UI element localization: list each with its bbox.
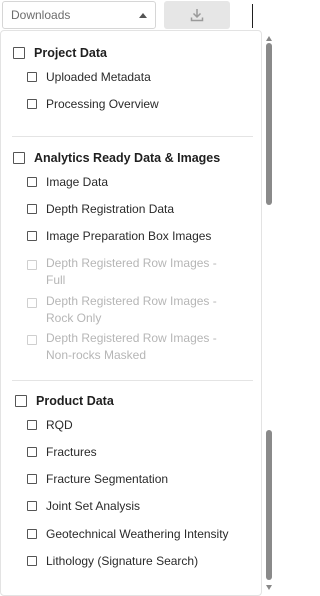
checkbox[interactable] <box>27 231 37 241</box>
download-button[interactable] <box>164 1 230 29</box>
downloads-dropdown-value: Downloads <box>11 8 71 22</box>
option-image-data[interactable]: Image Data <box>27 171 108 193</box>
toolbar-divider <box>252 4 253 28</box>
option-label: Image Data <box>46 175 109 189</box>
scrollbar-thumb[interactable] <box>266 43 272 205</box>
option-label: Depth Registered Row Images - Non-rocks … <box>46 331 217 362</box>
download-icon <box>190 9 204 22</box>
checkbox <box>27 260 37 270</box>
option-rqd[interactable]: RQD <box>27 414 73 436</box>
checkbox <box>27 298 37 308</box>
option-row-images-rock-only: Depth Registered Row Images - Rock Only <box>27 293 236 327</box>
section-analytics-ready[interactable]: Analytics Ready Data & Images <box>13 147 220 169</box>
checkbox[interactable] <box>13 47 25 59</box>
option-label: Depth Registered Row Images - Full <box>46 256 217 287</box>
option-image-preparation-box-images[interactable]: Image Preparation Box Images <box>27 225 211 247</box>
checkbox[interactable] <box>27 99 37 109</box>
downloads-menu: Project Data Uploaded Metadata Processin… <box>0 30 262 596</box>
checkbox[interactable] <box>27 529 37 539</box>
section-project-data[interactable]: Project Data <box>13 42 107 64</box>
section-product-data[interactable]: Product Data <box>15 390 114 412</box>
scroll-down-arrow-icon[interactable] <box>266 585 272 590</box>
checkbox <box>27 335 37 345</box>
option-lithology-signature-search[interactable]: Lithology (Signature Search) <box>27 550 198 572</box>
option-label: Depth Registered Row Images - Rock Only <box>46 294 217 325</box>
option-fractures[interactable]: Fractures <box>27 441 97 463</box>
section-title: Product Data <box>36 394 114 408</box>
option-label: Fracture Segmentation <box>46 472 169 486</box>
option-label: Lithology (Signature Search) <box>46 554 199 568</box>
downloads-dropdown[interactable]: Downloads <box>2 1 156 29</box>
checkbox[interactable] <box>27 177 37 187</box>
option-uploaded-metadata[interactable]: Uploaded Metadata <box>27 66 151 88</box>
checkbox[interactable] <box>15 395 27 407</box>
option-row-images-full: Depth Registered Row Images - Full <box>27 255 236 289</box>
option-row-images-non-rocks-masked: Depth Registered Row Images - Non-rocks … <box>27 330 236 364</box>
option-depth-registration-data[interactable]: Depth Registration Data <box>27 198 174 220</box>
option-label: Joint Set Analysis <box>46 499 141 513</box>
option-label: Uploaded Metadata <box>46 70 151 84</box>
checkbox[interactable] <box>27 420 37 430</box>
checkbox[interactable] <box>27 556 37 566</box>
caret-up-icon <box>139 12 147 18</box>
option-label: RQD <box>46 418 73 432</box>
checkbox[interactable] <box>27 501 37 511</box>
option-processing-overview[interactable]: Processing Overview <box>27 93 159 115</box>
scroll-up-arrow-icon[interactable] <box>266 36 272 41</box>
option-geotechnical-weathering-intensity[interactable]: Geotechnical Weathering Intensity <box>27 523 229 545</box>
checkbox[interactable] <box>27 204 37 214</box>
option-label: Fractures <box>46 445 97 459</box>
checkbox[interactable] <box>27 72 37 82</box>
checkbox[interactable] <box>27 474 37 484</box>
checkbox[interactable] <box>13 152 25 164</box>
option-label: Geotechnical Weathering Intensity <box>46 527 229 541</box>
section-divider <box>12 136 253 137</box>
section-divider <box>12 380 253 381</box>
option-label: Image Preparation Box Images <box>46 229 212 243</box>
option-joint-set-analysis[interactable]: Joint Set Analysis <box>27 495 140 517</box>
section-title: Analytics Ready Data & Images <box>34 151 221 165</box>
section-title: Project Data <box>34 46 107 60</box>
option-fracture-segmentation[interactable]: Fracture Segmentation <box>27 468 168 490</box>
option-label: Depth Registration Data <box>46 202 175 216</box>
toolbar: Downloads <box>0 0 275 30</box>
option-label: Processing Overview <box>46 97 159 111</box>
scrollbar-thumb-lower[interactable] <box>266 430 272 580</box>
checkbox[interactable] <box>27 447 37 457</box>
